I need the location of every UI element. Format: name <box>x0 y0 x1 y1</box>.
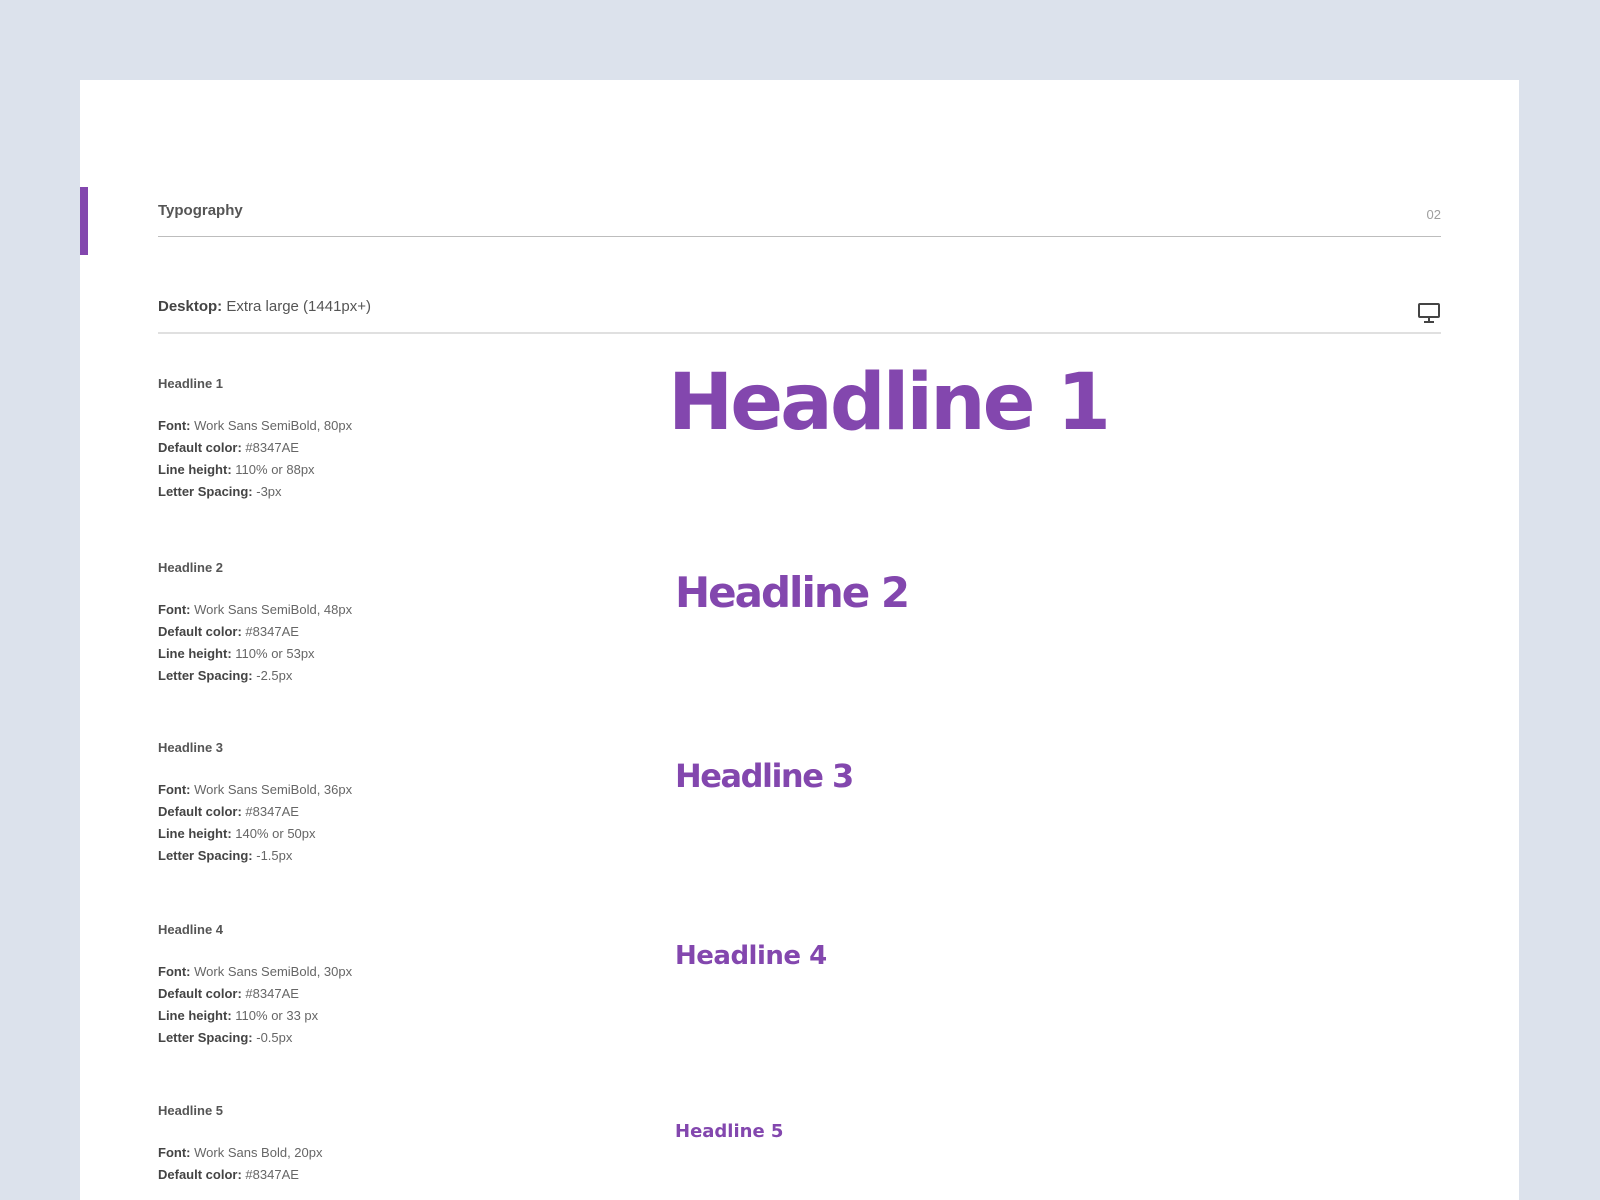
spec-color: Default color: #8347AE <box>158 624 299 639</box>
spec-headline-3: Headline 3 Font: Work Sans SemiBold, 36p… <box>158 740 538 867</box>
spec-name: Headline 3 <box>158 740 224 755</box>
headline-4-sample: Headline 4 <box>675 941 827 971</box>
headline-1-sample: Headline 1 <box>668 358 1111 448</box>
breakpoint-device: Desktop: <box>158 298 223 315</box>
spec-letter-spacing: Letter Spacing: -0.5px <box>158 1030 293 1045</box>
section-title: Typography <box>158 202 243 219</box>
spec-color: Default color: #8347AE <box>158 804 299 819</box>
spec-headline-5: Headline 5 Font: Work Sans Bold, 20px De… <box>158 1103 538 1186</box>
spec-letter-spacing: Letter Spacing: -2.5px <box>158 668 293 683</box>
spec-headline-1: Headline 1 Font: Work Sans SemiBold, 80p… <box>158 376 538 503</box>
spec-line-height: Line height: 140% or 50px <box>158 826 316 841</box>
spec-color: Default color: #8347AE <box>158 1167 299 1182</box>
section-header: Typography 02 <box>158 198 1441 237</box>
headline-2-sample: Headline 2 <box>675 568 910 617</box>
spec-name: Headline 4 <box>158 922 224 937</box>
spec-font: Font: Work Sans SemiBold, 36px <box>158 782 353 797</box>
spec-headline-2: Headline 2 Font: Work Sans SemiBold, 48p… <box>158 560 538 687</box>
spec-letter-spacing: Letter Spacing: -3px <box>158 484 282 499</box>
spec-font: Font: Work Sans SemiBold, 80px <box>158 418 353 433</box>
breakpoint-size: Extra large (1441px+) <box>226 298 372 315</box>
spec-color: Default color: #8347AE <box>158 986 299 1001</box>
spec-headline-4: Headline 4 Font: Work Sans SemiBold, 30p… <box>158 922 538 1049</box>
spec-name: Headline 2 <box>158 560 224 575</box>
spec-line-height: Line height: 110% or 33 px <box>158 1008 319 1023</box>
headline-3-sample: Headline 3 <box>675 757 854 795</box>
style-guide-page: Typography 02 Desktop: Extra large (1441… <box>80 80 1519 1200</box>
spec-line-height: Line height: 110% or 88px <box>158 462 315 477</box>
section-number: 02 <box>1426 207 1441 222</box>
spec-font: Font: Work Sans Bold, 20px <box>158 1145 323 1160</box>
breakpoint-row: Desktop: Extra large (1441px+) <box>158 292 1441 334</box>
spec-name: Headline 1 <box>158 376 224 391</box>
monitor-icon <box>1418 303 1440 323</box>
spec-name: Headline 5 <box>158 1103 224 1118</box>
breakpoint-label: Desktop: Extra large (1441px+) <box>158 298 371 315</box>
section-accent-bar <box>80 187 88 255</box>
spec-font: Font: Work Sans SemiBold, 30px <box>158 964 353 979</box>
spec-letter-spacing: Letter Spacing: -1.5px <box>158 848 293 863</box>
spec-color: Default color: #8347AE <box>158 440 299 455</box>
spec-font: Font: Work Sans SemiBold, 48px <box>158 602 353 617</box>
spec-line-height: Line height: 110% or 53px <box>158 646 315 661</box>
headline-5-sample: Headline 5 <box>675 1121 784 1142</box>
